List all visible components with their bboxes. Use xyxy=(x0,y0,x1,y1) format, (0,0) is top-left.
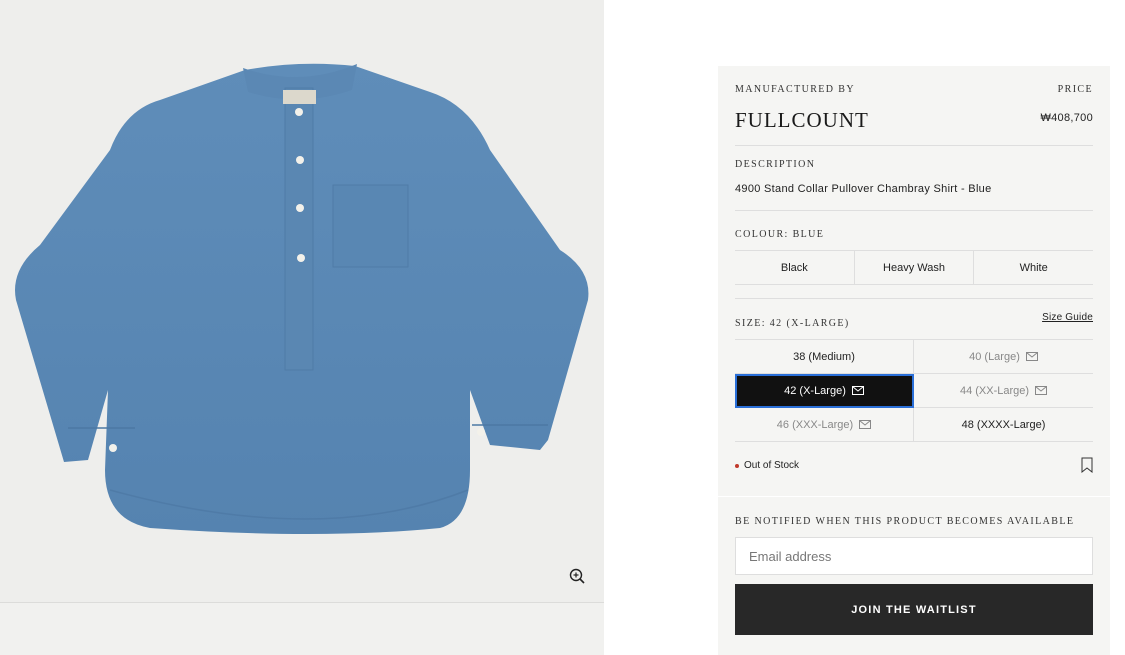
size-option-label: 38 (Medium) xyxy=(793,350,855,363)
colour-options: Black Heavy Wash White xyxy=(735,250,1093,285)
colour-option-heavy-wash[interactable]: Heavy Wash xyxy=(855,251,975,284)
size-option-label: 40 (Large) xyxy=(969,350,1020,363)
size-options: 38 (Medium) 40 (Large) 42 (X-Large) 44 (… xyxy=(735,339,1093,442)
size-option-44[interactable]: 44 (XX-Large) xyxy=(914,374,1093,408)
chambray-shirt-image xyxy=(15,63,589,534)
size-option-label: 48 (XXXX-Large) xyxy=(961,418,1046,431)
size-option-38[interactable]: 38 (Medium) xyxy=(735,340,914,374)
divider xyxy=(735,298,1093,299)
size-option-label: 46 (XXX-Large) xyxy=(776,418,854,431)
product-price: ₩408,700 xyxy=(1040,112,1093,124)
colour-option-black[interactable]: Black xyxy=(735,251,855,284)
colour-label: COLOUR: BLUE xyxy=(735,229,825,240)
join-waitlist-button[interactable]: JOIN THE WAITLIST xyxy=(735,584,1093,635)
size-option-42[interactable]: 42 (X-Large) xyxy=(735,374,914,408)
mail-icon xyxy=(1025,352,1038,361)
product-description: 4900 Stand Collar Pullover Chambray Shir… xyxy=(735,183,992,195)
zoom-in-icon[interactable] xyxy=(566,565,588,587)
email-field[interactable] xyxy=(735,537,1093,575)
size-option-48[interactable]: 48 (XXXX-Large) xyxy=(914,408,1093,442)
divider xyxy=(735,145,1093,146)
size-label: SIZE: 42 (X-LARGE) xyxy=(735,318,850,329)
size-option-label: 44 (XX-Large) xyxy=(959,384,1030,397)
stock-status-text: Out of Stock xyxy=(744,460,800,471)
waitlist-panel: BE NOTIFIED WHEN THIS PRODUCT BECOMES AV… xyxy=(718,496,1110,655)
manufacturer-label: MANUFACTURED BY xyxy=(735,84,855,95)
mail-icon xyxy=(859,420,872,429)
stock-dot-icon xyxy=(735,463,739,468)
mail-icon xyxy=(1035,386,1048,395)
price-label: PRICE xyxy=(1057,84,1093,95)
brand-name[interactable]: FULLCOUNT xyxy=(735,108,869,133)
size-option-label: 42 (X-Large) xyxy=(784,384,846,397)
mail-icon xyxy=(851,386,864,395)
size-option-40[interactable]: 40 (Large) xyxy=(914,340,1093,374)
colour-option-white[interactable]: White xyxy=(974,251,1093,284)
product-image[interactable] xyxy=(0,0,604,602)
size-option-46[interactable]: 46 (XXX-Large) xyxy=(735,408,914,442)
notify-label: BE NOTIFIED WHEN THIS PRODUCT BECOMES AV… xyxy=(735,516,1075,527)
divider xyxy=(735,210,1093,211)
stock-status: Out of Stock xyxy=(735,460,799,471)
product-gallery xyxy=(0,0,604,655)
gallery-next-image[interactable] xyxy=(0,603,604,655)
bookmark-icon[interactable] xyxy=(1081,457,1093,473)
description-label: DESCRIPTION xyxy=(735,159,816,170)
size-guide-link[interactable]: Size Guide xyxy=(1042,312,1093,323)
